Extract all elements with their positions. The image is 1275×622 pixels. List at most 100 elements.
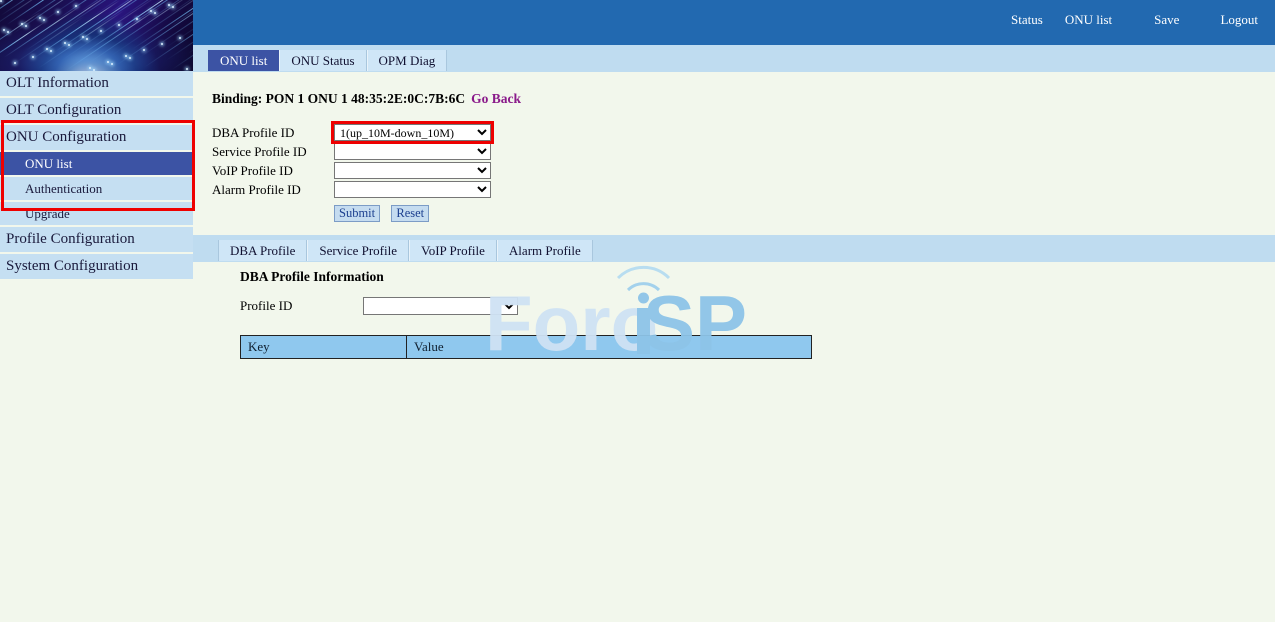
form-field-cell-service-profile-id xyxy=(334,142,491,161)
profile-tab-strip: DBA Profile Service Profile VoIP Profile Al… xyxy=(193,235,1275,262)
column-header-key: Key xyxy=(241,336,407,359)
nav-link-onu-list[interactable]: ONU list xyxy=(1065,12,1112,28)
sidebar-item-label: ONU Configuration xyxy=(6,129,126,145)
select-dba-profile-id[interactable]: 1(up_10M-down_10M) xyxy=(334,124,491,141)
fiber-dot xyxy=(3,29,5,31)
fiber-dot xyxy=(179,37,181,39)
profile-form-table: DBA Profile ID1(up_10M-down_10M)Service … xyxy=(212,123,491,224)
top-nav-links: Status ONU list Save Logout xyxy=(1011,12,1258,28)
form-label-alarm-profile-id: Alarm Profile ID xyxy=(212,180,334,199)
reset-button[interactable]: Reset xyxy=(391,205,429,222)
form-field-cell-alarm-profile-id xyxy=(334,180,491,199)
profile-tab-label: Alarm Profile xyxy=(509,243,581,258)
sidebar-subitem-onu-list[interactable]: ONU list xyxy=(0,152,193,175)
fiber-dot xyxy=(43,19,45,21)
binding-text: Binding: PON 1 ONU 1 48:35:2E:0C:7B:6C xyxy=(212,91,465,106)
form-button-spacer xyxy=(212,199,334,224)
fiber-dot xyxy=(150,10,152,12)
fiber-dot xyxy=(46,48,48,50)
fiber-dot xyxy=(111,63,113,65)
fiber-dot xyxy=(21,23,23,25)
form-row-voip-profile-id: VoIP Profile ID xyxy=(212,161,491,180)
fiber-dot xyxy=(89,67,91,69)
sidebar-item-onu-configuration[interactable]: ONU Configuration xyxy=(0,125,193,150)
top-header-bar: Status ONU list Save Logout xyxy=(193,0,1275,45)
fiber-dot xyxy=(50,50,52,52)
profile-tab-label: Service Profile xyxy=(319,243,397,258)
form-row-alarm-profile-id: Alarm Profile ID xyxy=(212,180,491,199)
sidebar-subitem-label: Upgrade xyxy=(25,206,70,221)
fiber-dot xyxy=(154,12,156,14)
profile-tab-alarm-profile[interactable]: Alarm Profile xyxy=(497,240,593,261)
site-banner-image xyxy=(0,0,193,71)
go-back-link[interactable]: Go Back xyxy=(471,91,521,106)
sidebar-item-label: OLT Configuration xyxy=(6,102,121,118)
fiber-dot xyxy=(0,0,2,2)
profile-tab-label: DBA Profile xyxy=(230,243,295,258)
dba-profile-information-title: DBA Profile Information xyxy=(240,269,384,285)
sidebar-item-olt-configuration[interactable]: OLT Configuration xyxy=(0,98,193,123)
fiber-dot xyxy=(64,42,66,44)
onu-profile-form: DBA Profile ID1(up_10M-down_10M)Service … xyxy=(212,123,491,224)
profile-id-label: Profile ID xyxy=(240,298,360,314)
key-value-table-head: Key Value xyxy=(241,336,812,359)
nav-link-status[interactable]: Status xyxy=(1011,12,1043,28)
form-field-cell-dba-profile-id: 1(up_10M-down_10M) xyxy=(334,123,491,142)
profile-tab-voip-profile[interactable]: VoIP Profile xyxy=(409,240,497,261)
fiber-dot xyxy=(186,68,188,70)
form-label-voip-profile-id: VoIP Profile ID xyxy=(212,161,334,180)
form-row-service-profile-id: Service Profile ID xyxy=(212,142,491,161)
nav-link-save[interactable]: Save xyxy=(1154,12,1179,28)
sidebar-nav: OLT Information OLT Configuration ONU Conf… xyxy=(0,71,193,281)
profile-tab-service-profile[interactable]: Service Profile xyxy=(307,240,409,261)
column-header-value: Value xyxy=(407,336,812,359)
tab-opm-diag[interactable]: OPM Diag xyxy=(367,50,448,71)
fiber-dot xyxy=(68,44,70,46)
fiber-dot xyxy=(172,6,174,8)
sidebar-item-label: System Configuration xyxy=(6,258,138,274)
fiber-dot xyxy=(161,43,163,45)
form-label-dba-profile-id: DBA Profile ID xyxy=(212,123,334,142)
main-content: Foro SP ONU listONU StatusOPM Diag Bindi… xyxy=(193,45,1275,622)
form-label-service-profile-id: Service Profile ID xyxy=(212,142,334,161)
submit-button[interactable]: Submit xyxy=(334,205,380,222)
sidebar-item-system-configuration[interactable]: System Configuration xyxy=(0,254,193,279)
sidebar-item-olt-information[interactable]: OLT Information xyxy=(0,71,193,96)
fiber-dot xyxy=(129,57,131,59)
form-button-row: Submit Reset xyxy=(212,199,491,224)
fiber-dot xyxy=(125,55,127,57)
select-voip-profile-id[interactable] xyxy=(334,162,491,179)
sidebar-subitem-label: ONU list xyxy=(25,156,72,171)
profile-id-select[interactable] xyxy=(363,297,518,315)
fiber-dot xyxy=(39,17,41,19)
fiber-dot xyxy=(86,38,88,40)
binding-info: Binding: PON 1 ONU 1 48:35:2E:0C:7B:6C Go… xyxy=(212,91,521,107)
key-value-table: Key Value xyxy=(240,335,812,359)
form-button-cell: Submit Reset xyxy=(334,199,491,224)
fiber-dot xyxy=(107,61,109,63)
profile-details-section: DBA Profile Service Profile VoIP Profile Al… xyxy=(193,235,1275,262)
sidebar-item-label: Profile Configuration xyxy=(6,231,135,247)
fiber-dot xyxy=(118,24,120,26)
fiber-dot xyxy=(57,11,59,13)
tab-onu-list[interactable]: ONU list xyxy=(208,50,279,71)
main-tab-strip: ONU list ONU StatusOPM Diag xyxy=(193,45,1275,72)
select-alarm-profile-id[interactable] xyxy=(334,181,491,198)
profile-tab-dba-profile[interactable]: DBA Profile xyxy=(218,240,307,261)
fiber-dot xyxy=(143,49,145,51)
fiber-dot xyxy=(100,30,102,32)
select-service-profile-id[interactable] xyxy=(334,143,491,160)
form-row-dba-profile-id: DBA Profile ID1(up_10M-down_10M) xyxy=(212,123,491,142)
profile-id-row: Profile ID xyxy=(240,297,540,315)
sidebar-subitem-upgrade[interactable]: Upgrade xyxy=(0,202,193,225)
profile-tab-label: VoIP Profile xyxy=(421,243,485,258)
tab-onu-status[interactable]: ONU Status xyxy=(279,50,366,71)
fiber-dot xyxy=(168,4,170,6)
fiber-dot xyxy=(82,36,84,38)
form-field-cell-voip-profile-id xyxy=(334,161,491,180)
sidebar-subitem-authentication[interactable]: Authentication xyxy=(0,177,193,200)
sidebar-item-profile-configuration[interactable]: Profile Configuration xyxy=(0,227,193,252)
tab-label: ONU list xyxy=(220,53,267,68)
nav-link-logout[interactable]: Logout xyxy=(1220,12,1258,28)
fiber-dot xyxy=(75,5,77,7)
